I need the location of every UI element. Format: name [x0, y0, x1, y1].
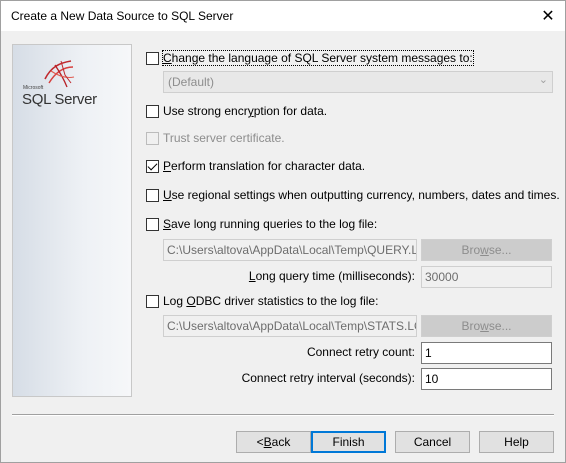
save-long-queries-checkbox[interactable]: Save long running queries to the log fil…: [146, 216, 377, 232]
save-long-queries-label: Save long running queries to the log fil…: [163, 217, 378, 231]
translation-label: Perform translation for character data.: [163, 159, 366, 173]
log-odbc-stats-label: Log ODBC driver statistics to the log fi…: [163, 294, 379, 308]
trust-certificate-checkbox[interactable]: Trust server certificate.: [146, 130, 285, 146]
log-odbc-stats-checkbox[interactable]: Log ODBC driver statistics to the log fi…: [146, 293, 378, 309]
checkbox-box[interactable]: [146, 51, 159, 65]
checkbox-box[interactable]: [146, 104, 159, 118]
long-query-time-label: Long query time (milliseconds):: [248, 269, 415, 283]
checkbox-box-checked[interactable]: [146, 159, 159, 173]
window-title: Create a New Data Source to SQL Server: [11, 9, 234, 23]
checkbox-box[interactable]: [146, 294, 159, 308]
back-button[interactable]: < Back: [236, 431, 311, 453]
retry-interval-label: Connect retry interval (seconds):: [241, 371, 415, 385]
strong-encryption-label: Use strong encryption for data.: [163, 104, 328, 118]
trust-certificate-label: Trust server certificate.: [163, 131, 285, 145]
logo-panel: Microsoft SQL Server: [12, 44, 132, 397]
cancel-button[interactable]: Cancel: [395, 431, 470, 453]
browse-stats-log-button[interactable]: Bro w se...: [421, 315, 552, 337]
chevron-down-icon: ⌄: [538, 74, 548, 86]
language-dropdown-value: (Default): [168, 75, 215, 89]
strong-encryption-checkbox[interactable]: Use strong encryption for data.: [146, 103, 327, 119]
change-language-checkbox[interactable]: Change the language of SQL Server system…: [146, 50, 474, 66]
retry-interval-input[interactable]: 10: [421, 368, 552, 390]
checkbox-box[interactable]: [146, 188, 159, 202]
finish-button[interactable]: Finish: [311, 431, 386, 453]
checkbox-box[interactable]: [146, 131, 159, 145]
stats-log-path-input[interactable]: C:\Users\altova\AppData\Local\Temp\STATS…: [163, 315, 417, 337]
footer-separator: [12, 414, 554, 416]
browse-query-log-button[interactable]: Bro w se...: [421, 239, 552, 261]
regional-settings-checkbox[interactable]: Use regional settings when outputting cu…: [146, 187, 560, 203]
logo-sql-server-text: SQL Server: [22, 91, 97, 108]
retry-count-label: Connect retry count:: [306, 345, 415, 359]
retry-count-input[interactable]: 1: [421, 342, 552, 364]
checkbox-box[interactable]: [146, 217, 159, 231]
regional-settings-label: Use regional settings when outputting cu…: [163, 188, 560, 202]
query-log-path-input[interactable]: C:\Users\altova\AppData\Local\Temp\QUERY…: [163, 239, 417, 261]
language-dropdown[interactable]: (Default) ⌄: [163, 71, 553, 93]
help-button[interactable]: Help: [479, 431, 554, 453]
title-bar: Create a New Data Source to SQL Server ✕: [1, 1, 565, 31]
long-query-time-input[interactable]: 30000: [421, 266, 552, 288]
change-language-label: Change the language of SQL Server system…: [162, 50, 474, 66]
sql-server-logo-icon: [44, 60, 75, 88]
dialog-window: Create a New Data Source to SQL Server ✕…: [0, 0, 566, 463]
translation-checkbox[interactable]: Perform translation for character data.: [146, 158, 365, 174]
close-button[interactable]: ✕: [537, 5, 559, 27]
